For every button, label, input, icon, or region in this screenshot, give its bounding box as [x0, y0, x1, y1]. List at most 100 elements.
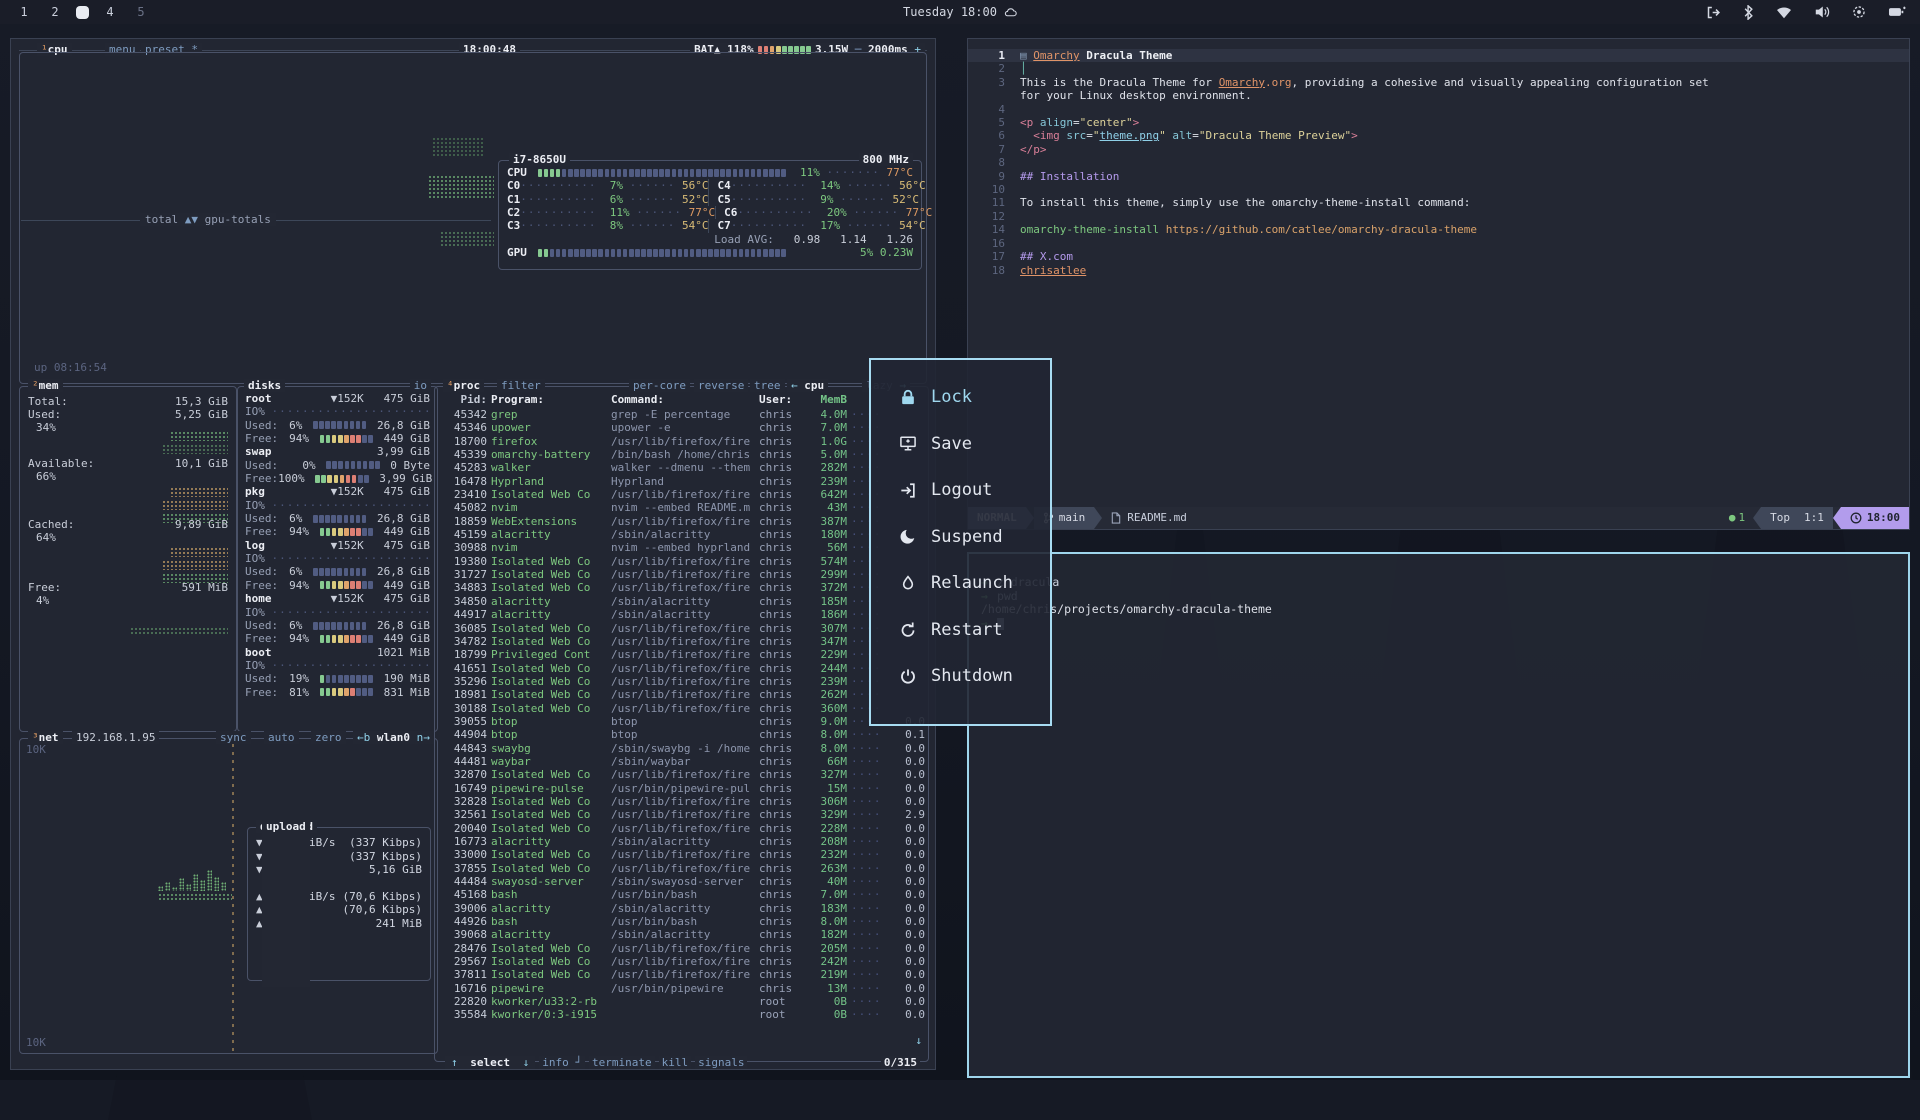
net-iface-next[interactable]: n→: [417, 731, 430, 744]
menu-item-shutdown[interactable]: Shutdown: [871, 653, 1050, 700]
wifi-icon[interactable]: [1776, 5, 1792, 19]
battery-icon[interactable]: [1888, 5, 1906, 19]
process-row[interactable]: 41651Isolated Web Co/usr/lib/firefox/fir…: [443, 662, 922, 675]
process-row[interactable]: 44904btopbtopchris8.0M····0.1: [443, 728, 922, 741]
disk-name-row[interactable]: swap3,99 GiB: [245, 445, 430, 458]
proc-per-core-toggle[interactable]: per-core: [629, 379, 690, 392]
disk-name-row[interactable]: root▼152K 475 GiB: [245, 392, 430, 405]
process-row[interactable]: 45168bash/usr/bin/bashchris7.0M····0.0: [443, 888, 922, 901]
btop-window[interactable]: ¹cpumenupreset *18:00:48BAT▲ 118%3.15W ─…: [10, 38, 936, 1070]
process-row[interactable]: 18799Privileged Cont/usr/lib/firefox/fir…: [443, 648, 922, 661]
proc-sort-prev[interactable]: ←: [791, 379, 798, 392]
scroll-more-icon[interactable]: ↓: [915, 1034, 922, 1047]
process-row[interactable]: 18981Isolated Web Co/usr/lib/firefox/fir…: [443, 688, 922, 701]
process-row[interactable]: 45342grepgrep -E percentagechris4.0M····: [443, 408, 922, 421]
process-row[interactable]: 35584kworker/0:3-i915root0B····0.0: [443, 1008, 922, 1021]
process-row[interactable]: 18700firefox/usr/lib/firefox/firechris1.…: [443, 435, 922, 448]
code-line[interactable]: 17## X.com: [968, 250, 1909, 263]
workspace-5[interactable]: 5: [131, 5, 151, 19]
code-line-cursor[interactable]: 1▤ Omarchy Dracula Theme: [968, 49, 1909, 62]
proc-col-Program:[interactable]: Program:: [491, 393, 607, 406]
editor-window[interactable]: 1▤ Omarchy Dracula Theme2│3This is the D…: [967, 38, 1910, 530]
process-row[interactable]: 16716pipewire/usr/bin/pipewirechris13M··…: [443, 982, 922, 995]
code-line[interactable]: 12: [968, 210, 1909, 223]
proc-title[interactable]: proc: [454, 379, 481, 392]
process-row[interactable]: 20040Isolated Web Co/usr/lib/firefox/fir…: [443, 822, 922, 835]
proc-col-User:[interactable]: User:: [759, 393, 807, 406]
net-auto-toggle[interactable]: auto: [264, 731, 299, 744]
process-row[interactable]: 39068alacritty/sbin/alacrittychris182M··…: [443, 928, 922, 941]
process-row[interactable]: 39055btopbtopchris9.0M····0.0: [443, 715, 922, 728]
net-iface-prev[interactable]: ←b: [357, 731, 370, 744]
workspace-2[interactable]: 2: [45, 5, 65, 19]
workspace-1[interactable]: 1: [14, 5, 34, 19]
process-row[interactable]: 32561Isolated Web Co/usr/lib/firefox/fir…: [443, 808, 922, 821]
terminal-output[interactable]: →z dracula→pwd/home/chris/projects/omarc…: [969, 554, 1908, 630]
workspace-active-3[interactable]: [76, 6, 89, 19]
process-row[interactable]: 29567Isolated Web Co/usr/lib/firefox/fir…: [443, 955, 922, 968]
disk-name-row[interactable]: pkg▼152K 475 GiB: [245, 485, 430, 498]
process-row[interactable]: 18859WebExtensions/usr/lib/firefox/firec…: [443, 515, 922, 528]
menu-item-suspend[interactable]: Suspend: [871, 514, 1050, 561]
process-row[interactable]: 39006alacritty/sbin/alacrittychris183M··…: [443, 902, 922, 915]
code-line[interactable]: for your Linux desktop environment.: [968, 89, 1909, 102]
proc-action-signals[interactable]: signals: [695, 1056, 747, 1069]
proc-col-MemB[interactable]: MemB: [811, 393, 847, 406]
process-row[interactable]: 36085Isolated Web Co/usr/lib/firefox/fir…: [443, 622, 922, 635]
code-line[interactable]: 5<p align="center">: [968, 116, 1909, 129]
cpu-graph-divider[interactable]: total ▲▼ gpu-totals: [140, 213, 276, 226]
code-line[interactable]: 7</p>: [968, 143, 1909, 156]
workspace-4[interactable]: 4: [100, 5, 120, 19]
process-row[interactable]: 22820kworker/u33:2-rbroot0B····0.0: [443, 995, 922, 1008]
menu-item-logout[interactable]: Logout: [871, 467, 1050, 514]
disk-name-row[interactable]: boot1021 MiB: [245, 646, 430, 659]
process-row[interactable]: 34782Isolated Web Co/usr/lib/firefox/fir…: [443, 635, 922, 648]
proc-filter[interactable]: filter: [497, 379, 545, 392]
code-line[interactable]: 14omarchy-theme-install https://github.c…: [968, 223, 1909, 236]
process-row[interactable]: 30988nvimnvim --embed hyprlandchris56M··…: [443, 541, 922, 554]
process-row[interactable]: 35296Isolated Web Co/usr/lib/firefox/fir…: [443, 675, 922, 688]
process-row[interactable]: 45159alacritty/sbin/alacrittychris180M··…: [443, 528, 922, 541]
disk-name-row[interactable]: log▼152K 475 GiB: [245, 539, 430, 552]
process-row[interactable]: 16478HyprlandHyprlandchris239M····: [443, 475, 922, 488]
menu-item-lock[interactable]: Lock: [871, 374, 1050, 421]
process-row[interactable]: 45339omarchy-battery/bin/bash /home/chri…: [443, 448, 922, 461]
process-row[interactable]: 37811Isolated Web Co/usr/lib/firefox/fir…: [443, 968, 922, 981]
terminal-window[interactable]: →z dracula→pwd/home/chris/projects/omarc…: [967, 552, 1910, 1078]
process-row[interactable]: 32828Isolated Web Co/usr/lib/firefox/fir…: [443, 795, 922, 808]
menu-item-restart[interactable]: Restart: [871, 607, 1050, 654]
volume-icon[interactable]: [1814, 5, 1830, 19]
process-row[interactable]: 44843swaybg/sbin/swaybg -i /homechris8.0…: [443, 742, 922, 755]
process-row[interactable]: 31727Isolated Web Co/usr/lib/firefox/fir…: [443, 568, 922, 581]
proc-action-kill[interactable]: kill: [659, 1056, 692, 1069]
process-row[interactable]: 44926bash/usr/bin/bashchris8.0M····0.0: [443, 915, 922, 928]
process-row[interactable]: 45346upowerupower -echris7.0M····: [443, 421, 922, 434]
screen-record-icon[interactable]: [1852, 5, 1866, 19]
code-line[interactable]: 11To install this theme, simply use the …: [968, 196, 1909, 209]
code-line[interactable]: 4: [968, 103, 1909, 116]
process-row[interactable]: 33000Isolated Web Co/usr/lib/firefox/fir…: [443, 848, 922, 861]
disks-title[interactable]: disks: [248, 379, 281, 392]
code-line[interactable]: 9## Installation: [968, 170, 1909, 183]
screencast-icon[interactable]: [1706, 5, 1721, 20]
process-row[interactable]: 34850alacritty/sbin/alacrittychris185M··…: [443, 595, 922, 608]
process-row[interactable]: 16749pipewire-pulse/usr/bin/pipewire-pul…: [443, 782, 922, 795]
process-row[interactable]: 44917alacritty/sbin/alacrittychris186M··…: [443, 608, 922, 621]
process-row[interactable]: 34883Isolated Web Co/usr/lib/firefox/fir…: [443, 581, 922, 594]
process-row[interactable]: 44481waybar/sbin/waybarchris66M····0.0: [443, 755, 922, 768]
process-row[interactable]: 37855Isolated Web Co/usr/lib/firefox/fir…: [443, 862, 922, 875]
menu-item-save[interactable]: Save: [871, 421, 1050, 468]
process-row[interactable]: 28476Isolated Web Co/usr/lib/firefox/fir…: [443, 942, 922, 955]
code-area[interactable]: 1▤ Omarchy Dracula Theme2│3This is the D…: [968, 49, 1909, 277]
code-line[interactable]: 3This is the Dracula Theme for Omarchy.o…: [968, 76, 1909, 89]
process-row[interactable]: 32870Isolated Web Co/usr/lib/firefox/fir…: [443, 768, 922, 781]
proc-action-terminate[interactable]: terminate: [589, 1056, 655, 1069]
process-row[interactable]: 44484swayosd-server/sbin/swayosd-serverc…: [443, 875, 922, 888]
code-line[interactable]: 8: [968, 156, 1909, 169]
code-line[interactable]: 16: [968, 237, 1909, 250]
menu-item-relaunch[interactable]: Relaunch: [871, 560, 1050, 607]
process-row[interactable]: 45283walkerwalker --dmenu --themchris282…: [443, 461, 922, 474]
process-row[interactable]: 16773alacritty/sbin/alacrittychris208M··…: [443, 835, 922, 848]
code-line[interactable]: 6 <img src="theme.png" alt="Dracula Them…: [968, 129, 1909, 142]
process-row[interactable]: 30188Isolated Web Co/usr/lib/firefox/fir…: [443, 702, 922, 715]
